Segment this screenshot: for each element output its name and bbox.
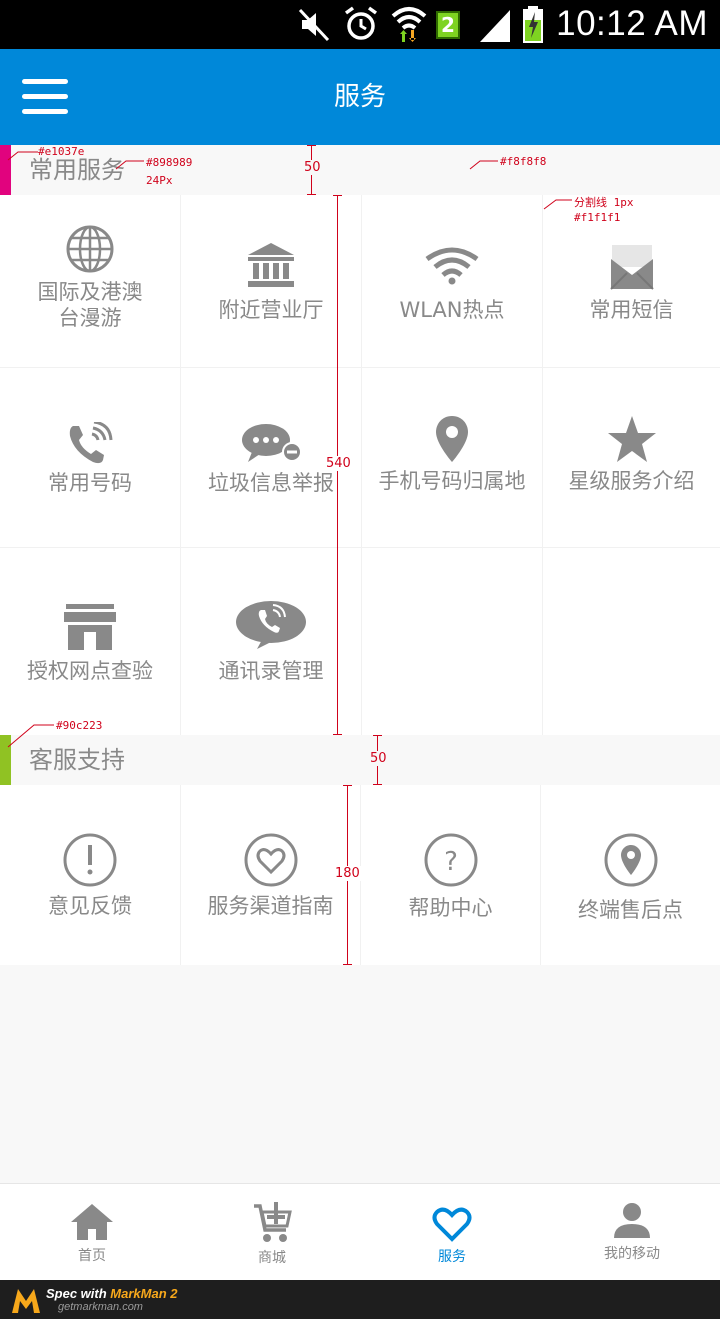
cart-icon <box>254 1202 292 1242</box>
tab-my-mobile[interactable]: 我的移动 <box>542 1184 720 1281</box>
annotation-text-color: #898989 <box>146 156 193 169</box>
common-services-grid: 国际及港澳 台漫游 附近营业厅 WLAN热点 常用短信 常用号码 垃圾信息举报 … <box>0 195 720 735</box>
annotation-divider-label: 分割线 1px <box>574 196 634 209</box>
markman-logo-icon <box>12 1289 40 1313</box>
bottom-tab-bar: 首页 商城 服务 我的移动 <box>0 1183 720 1280</box>
service-label: WLAN热点 <box>399 298 505 322</box>
tab-label: 商城 <box>258 1250 286 1266</box>
measure-cap <box>373 784 382 785</box>
support-label: 意见反馈 <box>48 894 132 918</box>
globe-icon <box>66 225 114 273</box>
empty-cell <box>362 548 543 735</box>
support-help-center[interactable]: ? 帮助中心 <box>361 785 541 965</box>
service-label: 通讯录管理 <box>218 659 324 683</box>
service-label: 国际及港澳 <box>37 280 143 304</box>
heart-icon <box>432 1207 472 1242</box>
mute-icon <box>298 8 330 42</box>
annotation-accent2: #90c223 <box>56 719 103 732</box>
measure-grid2-height: 180 <box>333 866 362 881</box>
service-label: 常用短信 <box>589 298 674 322</box>
annotation-font-size: 24Px <box>146 174 173 187</box>
measure-cap <box>307 194 316 195</box>
tab-label: 我的移动 <box>604 1246 660 1262</box>
support-after-sales[interactable]: 终端售后点 <box>541 785 720 965</box>
service-number-location[interactable]: 手机号码归属地 <box>362 368 543 548</box>
service-label: 星级服务介绍 <box>568 469 695 493</box>
annotation-divider-color: #f1f1f1 <box>574 211 621 224</box>
wifi-icon <box>391 7 427 42</box>
location-pin-icon <box>436 416 468 462</box>
service-label-line2: 台漫游 <box>58 306 122 330</box>
service-outlet-check[interactable]: 授权网点查验 <box>0 548 181 735</box>
heart-circle-icon <box>244 833 297 887</box>
support-label: 帮助中心 <box>408 896 493 920</box>
support-label: 终端售后点 <box>578 898 683 922</box>
chat-block-icon <box>242 424 302 462</box>
sim-icon: 2 <box>436 11 460 39</box>
battery-icon <box>523 6 543 43</box>
tab-mall[interactable]: 商城 <box>182 1184 362 1281</box>
status-bar: 2 10:12 AM <box>0 0 720 49</box>
tab-service[interactable]: 服务 <box>362 1184 542 1281</box>
app-bar: 服务 <box>0 49 720 145</box>
brand-prefix: Spec with <box>46 1286 111 1301</box>
exclamation-circle-icon <box>63 833 117 887</box>
phone-icon <box>69 422 113 464</box>
bank-icon <box>248 243 294 287</box>
store-icon <box>64 604 116 650</box>
service-common-numbers[interactable]: 常用号码 <box>0 368 181 548</box>
measure-header-height: 50 <box>302 160 323 175</box>
home-icon <box>71 1204 113 1240</box>
service-label: 授权网点查验 <box>27 659 153 683</box>
markman-footer: Spec with MarkMan 2 getmarkman.com <box>0 1280 720 1319</box>
measure-cap <box>373 735 382 736</box>
footer-site: getmarkman.com <box>58 1301 143 1313</box>
support-feedback[interactable]: 意见反馈 <box>0 785 181 965</box>
svg-text:?: ? <box>444 847 458 877</box>
service-label: 常用号码 <box>48 471 132 495</box>
phone-bubble-icon <box>236 601 306 649</box>
support-label: 服务渠道指南 <box>207 894 334 918</box>
brand-name: MarkMan 2 <box>110 1286 178 1301</box>
location-circle-icon <box>604 833 657 887</box>
envelope-icon <box>609 245 654 290</box>
empty-cell <box>543 548 720 735</box>
measure-cap <box>343 964 352 965</box>
service-label: 垃圾信息举报 <box>208 471 334 495</box>
measure-header2-height: 50 <box>368 751 389 766</box>
annotation-bg-color: #f8f8f8 <box>500 155 547 168</box>
wifi-icon <box>425 247 479 285</box>
measure-cap <box>333 195 342 196</box>
service-star-intro[interactable]: 星级服务介绍 <box>543 368 720 548</box>
annotation-accent1: #e1037e <box>38 145 85 158</box>
signal-icon <box>480 10 510 42</box>
service-label: 手机号码归属地 <box>378 469 526 493</box>
tab-label: 服务 <box>438 1249 466 1265</box>
tab-home[interactable]: 首页 <box>2 1184 182 1281</box>
question-circle-icon: ? <box>424 833 477 887</box>
measure-cap <box>307 145 316 146</box>
status-time: 10:12 AM <box>556 4 708 43</box>
alarm-icon <box>344 6 378 40</box>
measure-cap <box>343 785 352 786</box>
page-title: 服务 <box>333 82 386 112</box>
user-icon <box>614 1203 650 1238</box>
service-contacts[interactable]: 通讯录管理 <box>181 548 362 735</box>
tab-label: 首页 <box>78 1248 106 1264</box>
service-label: 附近营业厅 <box>218 298 324 322</box>
measure-cap <box>333 734 342 735</box>
star-icon <box>607 416 656 462</box>
sim-number: 2 <box>441 13 455 37</box>
footer-brand: Spec with MarkMan 2 <box>46 1286 178 1301</box>
measure-grid-height: 540 <box>324 456 353 471</box>
